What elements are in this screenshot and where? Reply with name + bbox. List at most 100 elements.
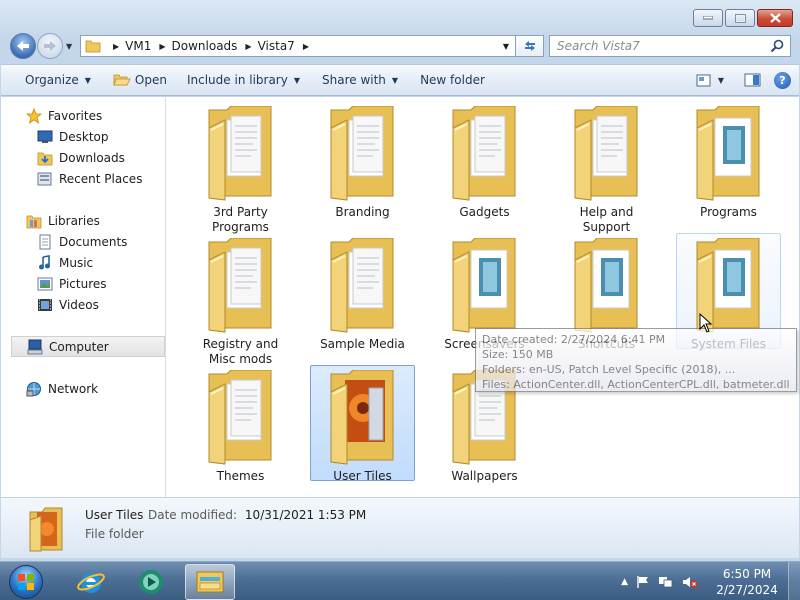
- sidebar-item-recent-places[interactable]: Recent Places: [37, 168, 164, 189]
- breadcrumb-separator-icon[interactable]: ▶: [245, 42, 251, 51]
- details-name: User Tiles: [85, 508, 144, 522]
- maximize-button[interactable]: [725, 9, 755, 27]
- sidebar-item-favorites[interactable]: Favorites: [26, 105, 164, 126]
- close-icon: [769, 13, 781, 23]
- tooltip-files: Files: ActionCenter.dll, ActionCenterCPL…: [482, 378, 790, 391]
- content-area: Favorites Desktop Downloads Recent Place…: [1, 97, 799, 497]
- breadcrumb-separator-icon[interactable]: ▶: [113, 42, 119, 51]
- open-folder-icon: [113, 74, 131, 86]
- folder-item[interactable]: 3rd Party Programs: [188, 101, 293, 234]
- network-icon: [26, 381, 42, 397]
- videos-icon: [37, 297, 53, 313]
- breadcrumb-separator-icon[interactable]: ▶: [159, 42, 165, 51]
- folder-flower-icon: [323, 369, 403, 466]
- folder-label: Registry and Misc mods: [202, 337, 279, 366]
- sidebar-item-desktop[interactable]: Desktop: [37, 126, 164, 147]
- minimize-button[interactable]: [693, 9, 723, 27]
- folder-item[interactable]: Themes: [188, 365, 293, 483]
- sidebar-item-documents[interactable]: Documents: [37, 231, 164, 252]
- sidebar-item-downloads[interactable]: Downloads: [37, 147, 164, 168]
- sidebar-label-desktop: Desktop: [59, 129, 109, 144]
- folder-flower-icon: [29, 507, 63, 552]
- folder-docs-icon: [323, 237, 403, 334]
- folder-item[interactable]: Registry and Misc mods: [188, 233, 293, 366]
- folder-item[interactable]: Gadgets: [432, 101, 537, 219]
- open-label: Open: [134, 73, 167, 87]
- taskbar-internet-explorer[interactable]: [66, 564, 116, 600]
- open-button[interactable]: Open: [105, 65, 175, 95]
- folder-item[interactable]: Programs: [676, 101, 781, 219]
- sidebar-item-computer[interactable]: Computer: [11, 336, 165, 357]
- close-button[interactable]: [757, 9, 793, 27]
- folder-label: User Tiles: [333, 469, 392, 483]
- minimize-icon: [703, 16, 713, 20]
- star-icon: [26, 107, 42, 124]
- share-with-label: Share with: [322, 73, 386, 87]
- folder-docs-icon: [201, 369, 281, 466]
- mouse-cursor-icon: [699, 313, 713, 333]
- sidebar-label-libraries: Libraries: [48, 213, 100, 228]
- system-tray: ▲ 6:50 PM 2/27/2024: [617, 562, 800, 600]
- breadcrumb-item[interactable]: Vista7: [258, 39, 295, 53]
- forward-button[interactable]: [37, 33, 63, 59]
- action-center-flag-icon[interactable]: [636, 575, 650, 589]
- address-bar[interactable]: ▶ VM1 ▶ Downloads ▶ Vista7 ▶ ▼: [80, 35, 516, 57]
- folder-docs-icon: [323, 105, 403, 202]
- sidebar-label-computer: Computer: [49, 339, 109, 354]
- taskbar-media-player[interactable]: [126, 564, 176, 600]
- folder-item[interactable]: Help and Support: [554, 101, 659, 234]
- address-dropdown-icon[interactable]: ▼: [503, 42, 509, 51]
- help-button[interactable]: ?: [774, 71, 791, 89]
- folder-item[interactable]: User Tiles: [310, 365, 415, 483]
- details-type: File folder: [85, 527, 144, 541]
- folder-item[interactable]: Branding: [310, 101, 415, 219]
- clock-time: 6:50 PM: [722, 566, 772, 581]
- sidebar-label-pictures: Pictures: [59, 276, 107, 291]
- start-button[interactable]: [4, 563, 48, 600]
- details-date-modified-label: Date modified:: [148, 508, 238, 522]
- include-in-library-button[interactable]: Include in library ▼: [179, 65, 308, 95]
- caption-buttons: [693, 9, 793, 27]
- chevron-down-icon: ▼: [717, 75, 724, 85]
- folder-label: Themes: [216, 469, 265, 483]
- sidebar-label-downloads: Downloads: [59, 150, 125, 165]
- folder-label: Sample Media: [320, 337, 405, 351]
- sidebar-item-videos[interactable]: Videos: [37, 294, 164, 315]
- organize-button[interactable]: Organize ▼: [17, 65, 99, 95]
- folder-info-tooltip: Date created: 2/27/2024 6:41 PM Size: 15…: [475, 328, 797, 392]
- folder-images-icon: [445, 237, 525, 334]
- back-button[interactable]: [10, 33, 36, 59]
- sidebar-label-favorites: Favorites: [48, 108, 103, 123]
- sidebar-item-music[interactable]: Music: [37, 252, 164, 273]
- folder-images-icon: [689, 105, 769, 202]
- show-desktop-button[interactable]: [788, 562, 800, 600]
- breadcrumb-separator-icon[interactable]: ▶: [303, 42, 309, 51]
- refresh-icon: [524, 41, 535, 51]
- refresh-button[interactable]: [516, 35, 544, 57]
- chevron-down-icon: ▼: [391, 75, 399, 85]
- share-with-button[interactable]: Share with ▼: [314, 65, 406, 95]
- taskbar: ▲ 6:50 PM 2/27/2024: [0, 561, 800, 600]
- clock[interactable]: 6:50 PM 2/27/2024: [706, 566, 788, 598]
- sidebar-item-pictures[interactable]: Pictures: [37, 273, 164, 294]
- folder-item[interactable]: Sample Media: [310, 233, 415, 351]
- change-view-button[interactable]: ▼: [696, 74, 724, 87]
- search-icon[interactable]: [770, 39, 784, 53]
- breadcrumb-item[interactable]: VM1: [125, 39, 151, 53]
- view-icon: [696, 74, 711, 86]
- search-input[interactable]: [550, 39, 760, 53]
- sidebar-item-libraries[interactable]: Libraries: [26, 210, 164, 231]
- folder-docs-icon: [445, 105, 525, 202]
- network-status-icon[interactable]: [658, 575, 674, 589]
- details-date-modified-value: 10/31/2021 1:53 PM: [244, 508, 367, 522]
- show-hidden-icons-button[interactable]: ▲: [621, 577, 628, 587]
- chevron-down-icon: ▼: [293, 75, 300, 85]
- breadcrumb-item[interactable]: Downloads: [172, 39, 238, 53]
- sidebar-item-network[interactable]: Network: [26, 378, 164, 399]
- recent-pages-dropdown[interactable]: ▼: [66, 42, 72, 51]
- preview-pane-icon[interactable]: [744, 73, 762, 87]
- taskbar-explorer[interactable]: [185, 564, 235, 600]
- downloads-folder-icon: [37, 150, 53, 166]
- new-folder-button[interactable]: New folder: [412, 65, 493, 95]
- volume-muted-icon[interactable]: [682, 575, 698, 589]
